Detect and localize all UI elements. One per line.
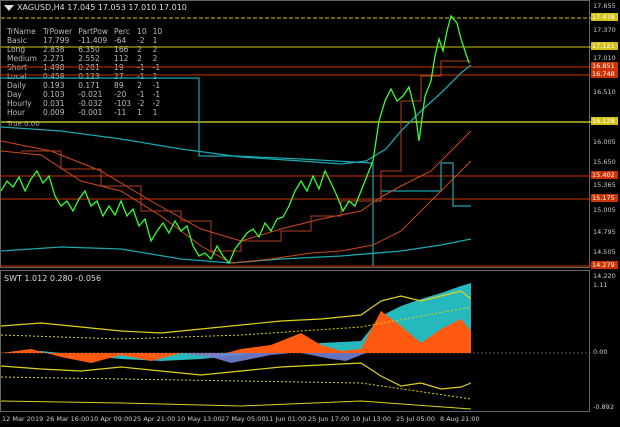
price-label: 17.370 (593, 26, 616, 34)
price-label: 17.010 (593, 54, 616, 62)
price-label: 14.795 (593, 228, 616, 236)
price-line (1, 14, 470, 265)
time-label: 25 Jun 17:00 (308, 415, 350, 423)
price-badge: 14.279 (591, 261, 618, 269)
price-label: 17.655 (593, 2, 616, 10)
yellow-dotted-line-2 (1, 376, 472, 400)
time-label: 25 Apr 21:00 (133, 415, 176, 423)
chart-window[interactable]: XAGUSD,H4 17.045 17.053 17.010 17.010 Tr… (0, 0, 620, 427)
time-label: 11 Jun 01:00 (265, 415, 307, 423)
time-label: 12 Mar 2019 (2, 415, 44, 423)
time-label: 10 Jul 13:00 (352, 415, 391, 423)
price-badge: 15.402 (591, 171, 618, 179)
osc-axis-label: -0.892 (593, 403, 614, 411)
price-label: 16.510 (593, 88, 616, 96)
osc-axis-label: 0.00 (593, 348, 608, 356)
price-badge: 16.748 (591, 70, 618, 78)
oscillator-panel[interactable]: SWT 1.012 0.280 -0.056 (0, 270, 591, 412)
price-label: 15.650 (593, 158, 616, 166)
yellow-bottom-line (1, 400, 472, 410)
price-badge: 15.175 (591, 194, 618, 202)
price-label: 14.220 (593, 272, 616, 280)
price-axis[interactable]: 17.655 17.370 17.010 16.510 16.005 15.65… (591, 0, 620, 427)
time-label: 8 Aug 21:00 (440, 415, 480, 423)
time-label: 26 Mar 16:00 (46, 415, 90, 423)
price-label: 14.505 (593, 248, 616, 256)
price-badge: 17.478 (591, 13, 618, 21)
price-label: 15.365 (593, 181, 616, 189)
price-label: 16.005 (593, 138, 616, 146)
oscillator-svg (1, 283, 591, 410)
price-badge: 16.851 (591, 62, 618, 70)
time-axis[interactable]: 12 Mar 2019 26 Mar 16:00 10 Apr 09:00 25… (0, 413, 590, 427)
price-label: 15.005 (593, 206, 616, 214)
time-label: 27 May 05:00 (221, 415, 266, 423)
osc-axis-label: 1.11 (593, 281, 608, 289)
price-panel[interactable]: XAGUSD,H4 17.045 17.053 17.010 17.010 Tr… (0, 0, 591, 268)
time-label: 10 May 13:00 (177, 415, 222, 423)
price-badge: 17.121 (591, 42, 618, 50)
price-badge: 16.128 (591, 117, 618, 125)
yellow-lower-line (1, 362, 472, 390)
price-chart-svg (1, 14, 591, 267)
time-label: 10 Apr 09:00 (90, 415, 133, 423)
time-label: 25 Jul 05:00 (396, 415, 435, 423)
